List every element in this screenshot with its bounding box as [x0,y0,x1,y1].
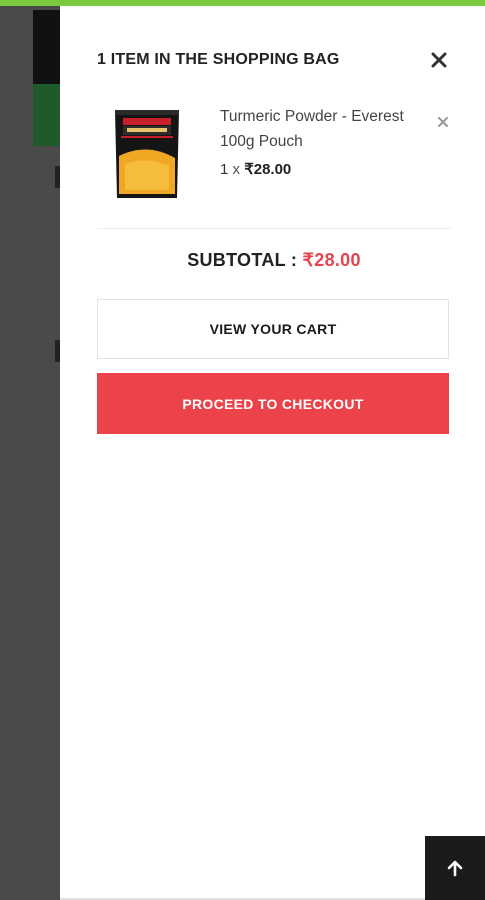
item-quantity-price: 1 x ₹28.00 [220,160,420,178]
page-overlay[interactable] [0,0,60,900]
checkout-button[interactable]: PROCEED TO CHECKOUT [97,373,449,434]
background-nav-strip [33,84,60,146]
cart-header: 1 ITEM IN THE SHOPPING BAG [97,48,451,72]
arrow-up-icon [447,860,463,877]
scroll-to-top-button[interactable] [425,836,485,900]
divider [97,228,451,229]
view-cart-button[interactable]: VIEW YOUR CART [97,299,449,359]
subtotal-label: SUBTOTAL : [187,250,298,270]
background-header-strip [33,10,60,84]
turmeric-pouch-image [115,110,179,198]
cart-item: Turmeric Powder - Everest 100g Pouch 1 x… [97,102,451,212]
item-quantity: 1 [220,161,229,178]
close-icon[interactable] [427,48,451,72]
quantity-multiplier: x [232,161,241,178]
cart-title: 1 ITEM IN THE SHOPPING BAG [97,51,340,68]
subtotal: SUBTOTAL : ₹28.00 [97,250,451,271]
page: 1 ITEM IN THE SHOPPING BAG Turmeric Powd… [0,0,485,900]
subtotal-amount: ₹28.00 [302,250,361,270]
top-accent-bar [0,0,485,6]
product-name-link[interactable]: Turmeric Powder - Everest 100g Pouch [220,104,420,154]
product-thumbnail[interactable] [109,106,185,202]
item-price: ₹28.00 [244,161,292,178]
cart-item-info: Turmeric Powder - Everest 100g Pouch 1 x… [220,104,420,178]
remove-icon[interactable] [435,114,451,130]
cart-drawer: 1 ITEM IN THE SHOPPING BAG Turmeric Powd… [60,6,485,900]
